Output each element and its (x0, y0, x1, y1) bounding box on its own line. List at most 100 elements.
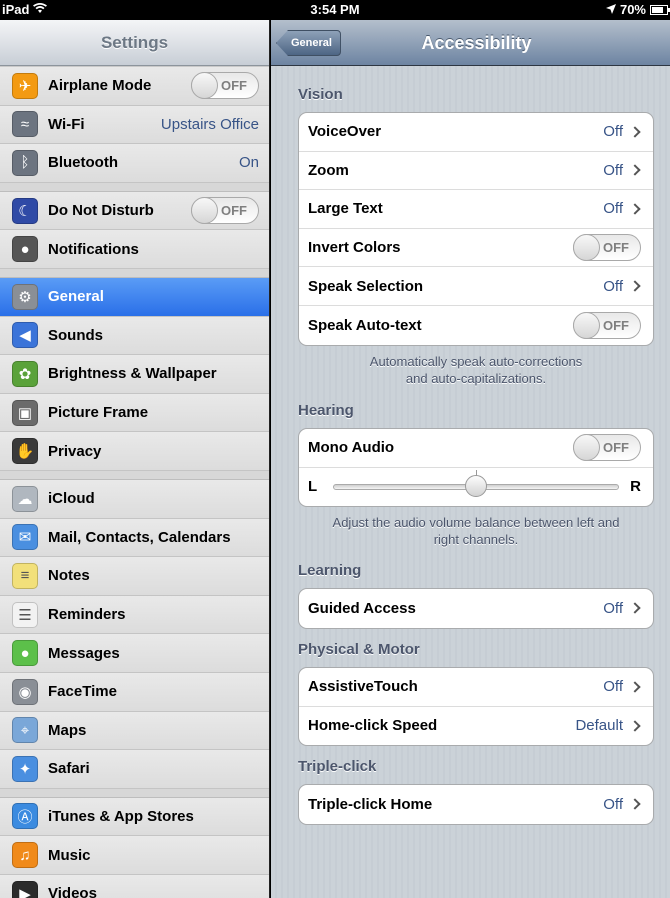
mail-icon: ✉ (12, 524, 38, 551)
airplane-mode-toggle[interactable]: OFF (191, 72, 259, 100)
sidebar-item-do-not-disturb[interactable]: ☾ Do Not Disturb OFF (0, 191, 269, 231)
sidebar-item-sounds[interactable]: ◀ Sounds (0, 316, 269, 356)
zoom-label: Zoom (308, 161, 349, 179)
large-text-row[interactable]: Large Text Off (299, 190, 653, 229)
speak-selection-label: Speak Selection (308, 277, 424, 295)
triple-click-card: Triple-click Home Off (298, 784, 654, 825)
sidebar-item-maps[interactable]: ⌖ Maps (0, 711, 269, 751)
speaker-icon: ◀ (12, 322, 38, 349)
learning-card: Guided Access Off (298, 588, 654, 629)
invert-colors-label: Invert Colors (308, 239, 401, 257)
mono-audio-toggle[interactable]: OFF (573, 434, 641, 462)
speak-selection-value: Off (603, 277, 623, 295)
sidebar-item-brightness-wallpaper[interactable]: ✿ Brightness & Wallpaper (0, 355, 269, 394)
speak-auto-text-label: Speak Auto-text (308, 316, 422, 334)
sidebar-item-privacy[interactable]: ✋ Privacy (0, 432, 269, 471)
gear-icon: ⚙ (12, 283, 38, 310)
maps-icon: ⌖ (12, 717, 38, 744)
chevron-right-icon (629, 602, 641, 614)
toggle-knob (191, 197, 218, 225)
sidebar-item-picture-frame[interactable]: ▣ Picture Frame (0, 393, 269, 433)
sidebar-item-label: Mail, Contacts, Calendars (48, 528, 231, 546)
home-click-speed-label: Home-click Speed (308, 717, 438, 735)
chevron-right-icon (629, 126, 641, 138)
sidebar-item-bluetooth[interactable]: ᛒ Bluetooth On (0, 144, 269, 183)
status-right: 70% (605, 2, 670, 17)
vision-section: Vision VoiceOver Off Zoom Off Large Text Off I… (298, 86, 654, 387)
picture-frame-icon: ▣ (12, 399, 38, 426)
balance-left-label: L (308, 478, 318, 496)
triple-click-home-value: Off (603, 795, 623, 813)
voiceover-label: VoiceOver (308, 123, 382, 141)
sidebar-item-mail-contacts-calendars[interactable]: ✉ Mail, Contacts, Calendars (0, 518, 269, 558)
chevron-right-icon (629, 280, 641, 292)
hearing-footnote-line-1: Adjust the audio volume balance between … (332, 515, 620, 531)
guided-access-row[interactable]: Guided Access Off (299, 589, 653, 628)
sidebar-item-label: Maps (48, 721, 87, 739)
sidebar-item-label: Do Not Disturb (48, 202, 154, 220)
sidebar-groups: ✈ Airplane Mode OFF ≈ Wi-Fi Upstairs Office ᛒ B… (0, 66, 269, 898)
sidebar-item-reminders[interactable]: ☰ Reminders (0, 595, 269, 635)
bluetooth-icon: ᛒ (12, 149, 38, 176)
vision-card: VoiceOver Off Zoom Off Large Text Off Invert C… (298, 112, 654, 346)
accessibility-pane: General Accessibility Vision VoiceOver Of… (271, 20, 670, 898)
sidebar-item-safari[interactable]: ✦ Safari (0, 750, 269, 789)
sidebar-item-label: Sounds (48, 326, 103, 344)
vision-footnote-line-1: Automatically speak auto-corrections (369, 353, 583, 369)
messages-icon: ● (12, 640, 38, 667)
large-text-value: Off (603, 200, 623, 218)
invert-colors-toggle[interactable]: OFF (573, 234, 641, 262)
sidebar-item-label: General (48, 288, 104, 306)
sidebar-item-label: Music (48, 846, 91, 864)
appstore-icon: Ⓐ (12, 803, 38, 830)
hearing-footnote: Adjust the audio volume balance between … (298, 514, 654, 548)
vision-footnote-line-2: and auto-capitalizations. (405, 370, 547, 386)
page-title: Accessibility (421, 33, 532, 53)
sidebar-item-icloud[interactable]: ☁ iCloud (0, 479, 269, 519)
videos-icon: ▶ (12, 880, 38, 898)
notes-icon: ≡ (12, 562, 38, 589)
sidebar-item-videos[interactable]: ▶ Videos (0, 874, 269, 898)
speak-selection-row[interactable]: Speak Selection Off (299, 267, 653, 306)
sidebar-item-facetime[interactable]: ◉ FaceTime (0, 672, 269, 712)
flower-icon: ✿ (12, 360, 38, 387)
sidebar-title: Settings (0, 20, 269, 66)
sidebar-item-notifications[interactable]: ● Notifications (0, 230, 269, 269)
assistivetouch-row[interactable]: AssistiveTouch Off (299, 668, 653, 707)
triple-click-home-row[interactable]: Triple-click Home Off (299, 785, 653, 824)
status-time: 3:54 PM (310, 2, 360, 17)
sidebar-item-general[interactable]: ⚙ General (0, 277, 269, 317)
zoom-row[interactable]: Zoom Off (299, 152, 653, 191)
home-click-speed-row[interactable]: Home-click Speed Default (299, 707, 653, 746)
speak-auto-text-toggle[interactable]: OFF (573, 311, 641, 339)
battery-percent: 70% (619, 2, 646, 17)
toggle-label: OFF (603, 317, 629, 333)
sidebar-item-messages[interactable]: ● Messages (0, 634, 269, 673)
sidebar-item-label: Reminders (48, 606, 126, 624)
sidebar-item-label: Bluetooth (48, 154, 118, 172)
safari-icon: ✦ (12, 755, 38, 782)
mono-audio-row: Mono Audio OFF (299, 429, 653, 468)
guided-access-value: Off (603, 599, 623, 617)
physical-motor-title: Physical & Motor (298, 641, 420, 658)
sidebar-item-airplane-mode[interactable]: ✈ Airplane Mode OFF (0, 67, 269, 106)
sidebar-item-label: FaceTime (48, 683, 117, 701)
hearing-title: Hearing (298, 402, 354, 419)
settings-sidebar: Settings ✈ Airplane Mode OFF ≈ Wi-Fi Upstairs… (0, 20, 270, 898)
do-not-disturb-toggle[interactable]: OFF (191, 197, 259, 225)
balance-slider-thumb[interactable] (465, 474, 487, 497)
toggle-knob (191, 72, 218, 100)
sidebar-item-music[interactable]: ♫ Music (0, 836, 269, 875)
status-bar: iPad 3:54 PM 70% (0, 0, 670, 20)
learning-title: Learning (298, 562, 362, 579)
sidebar-item-label: Notes (48, 567, 90, 585)
wifi-icon: ≈ (12, 111, 38, 138)
invert-colors-row: Invert Colors OFF (299, 229, 653, 268)
sidebar-item-notes[interactable]: ≡ Notes (0, 557, 269, 596)
vision-footnote: Automatically speak auto-corrections and… (298, 353, 654, 387)
voiceover-row[interactable]: VoiceOver Off (299, 113, 653, 152)
mono-audio-label: Mono Audio (308, 439, 395, 457)
sidebar-item-wi-fi[interactable]: ≈ Wi-Fi Upstairs Office (0, 105, 269, 145)
sidebar-item-itunes-app-stores[interactable]: ⒶiTunes & App Stores (0, 797, 269, 837)
toggle-label: OFF (603, 440, 629, 456)
